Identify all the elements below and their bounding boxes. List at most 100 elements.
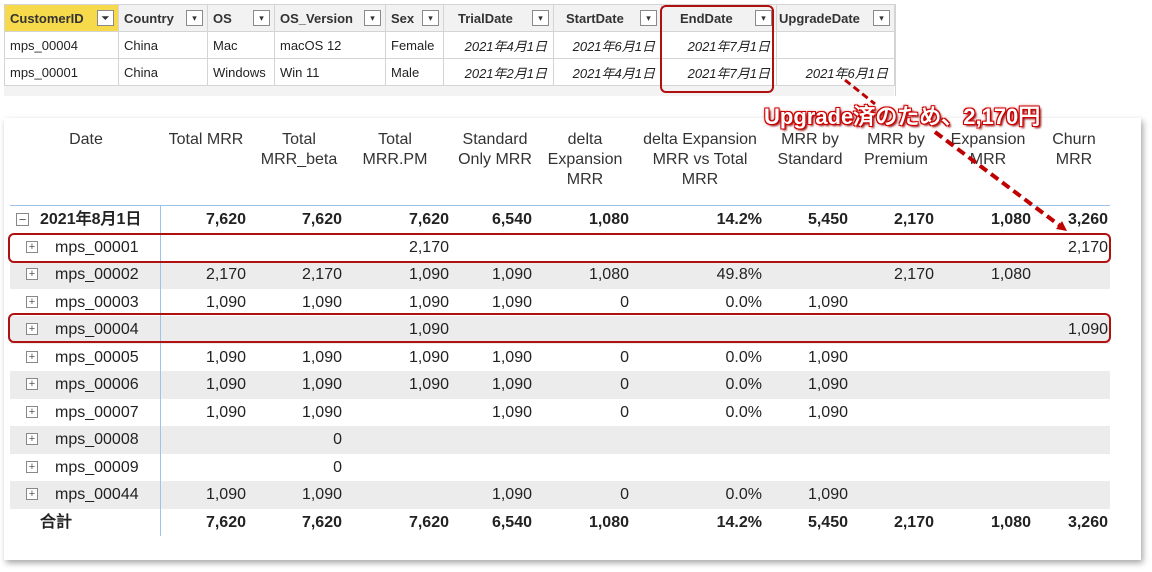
matrix-cell[interactable]: 49.8%: [717, 261, 762, 289]
excel-cell[interactable]: 2021年2月1日: [443, 58, 554, 86]
matrix-cell[interactable]: 1,090: [492, 481, 532, 509]
group-row-2021-08-01[interactable]: −2021年8月1日 7,620 7,620 7,620 6,540 1,080 14.2%…: [10, 206, 1110, 234]
matrix-cell[interactable]: 7,620: [409, 206, 449, 234]
matrix-cell[interactable]: 1,080: [589, 206, 629, 234]
matrix-cell[interactable]: 2,170: [206, 261, 246, 289]
matrix-cell[interactable]: 14.2%: [717, 206, 762, 234]
excel-cell[interactable]: macOS 12: [274, 31, 386, 59]
filter-dropdown-icon[interactable]: ▾: [253, 10, 270, 26]
matrix-cell[interactable]: 0: [333, 426, 342, 454]
matrix-cell[interactable]: 2,170: [302, 261, 342, 289]
matrix-cell[interactable]: 1,090: [206, 344, 246, 372]
collapse-icon[interactable]: −: [16, 213, 29, 226]
matrix-cell[interactable]: 1,090: [409, 261, 449, 289]
excel-header-startdate[interactable]: StartDate ▾: [553, 4, 662, 32]
matrix-cell[interactable]: 1,090: [302, 289, 342, 317]
expand-icon[interactable]: +: [26, 433, 38, 445]
filter-active-icon[interactable]: ⏷: [97, 10, 114, 26]
expand-icon[interactable]: +: [26, 378, 38, 390]
excel-cell[interactable]: China: [118, 31, 208, 59]
excel-header-trialdate[interactable]: TrialDate ▾: [443, 4, 554, 32]
matrix-cell[interactable]: 1,090: [206, 289, 246, 317]
matrix-cell[interactable]: 1,090: [808, 289, 848, 317]
table-row[interactable]: + mps_00008 0: [10, 426, 1110, 454]
expand-icon[interactable]: +: [26, 460, 38, 473]
matrix-cell[interactable]: 7,620: [206, 206, 246, 234]
filter-dropdown-icon[interactable]: ▾: [532, 10, 549, 26]
matrix-cell[interactable]: 1,090: [409, 344, 449, 372]
matrix-cell[interactable]: 0.0%: [726, 399, 762, 427]
matrix-cell[interactable]: 0: [620, 289, 629, 317]
column-header[interactable]: Standard Only MRR: [455, 130, 535, 170]
excel-cell[interactable]: 2021年6月1日: [776, 58, 895, 86]
excel-cell[interactable]: Mac: [207, 31, 275, 59]
excel-cell[interactable]: mps_00001: [4, 58, 119, 86]
column-header[interactable]: Total MRR: [161, 130, 251, 150]
table-row[interactable]: + mps_00002 2,170 2,170 1,090 1,090 1,080 49.8%…: [10, 261, 1110, 289]
matrix-cell[interactable]: 1,090: [808, 399, 848, 427]
filter-dropdown-icon[interactable]: ▾: [640, 10, 657, 26]
matrix-cell[interactable]: 0.0%: [726, 289, 762, 317]
column-header[interactable]: Expansion MRR: [943, 130, 1033, 170]
matrix-cell[interactable]: 1,090: [409, 371, 449, 399]
table-row[interactable]: + mps_00009 0: [10, 454, 1110, 482]
matrix-cell[interactable]: 2,170: [894, 509, 934, 537]
excel-header-sex[interactable]: Sex ▾: [385, 4, 444, 32]
excel-cell[interactable]: 2021年4月1日: [443, 31, 554, 59]
matrix-cell[interactable]: 0.0%: [726, 481, 762, 509]
matrix-cell[interactable]: 1,080: [991, 206, 1031, 234]
matrix-cell[interactable]: 1,080: [991, 261, 1031, 289]
matrix-cell[interactable]: 0: [620, 371, 629, 399]
matrix-cell[interactable]: 1,090: [302, 399, 342, 427]
filter-dropdown-icon[interactable]: ▾: [422, 10, 439, 26]
matrix-cell[interactable]: 1,090: [492, 399, 532, 427]
column-header[interactable]: Churn MRR: [1044, 130, 1104, 170]
excel-cell[interactable]: Win 11: [274, 58, 386, 86]
matrix-cell[interactable]: 0: [620, 481, 629, 509]
matrix-cell[interactable]: 0.0%: [726, 344, 762, 372]
column-header[interactable]: Date: [46, 130, 126, 150]
table-row[interactable]: + mps_00007 1,090 1,090 1,090 0 0.0% 1,090: [10, 399, 1110, 427]
table-row[interactable]: + mps_00003 1,090 1,090 1,090 1,090 0 0.0% 1,090: [10, 289, 1110, 317]
matrix-cell[interactable]: 6,540: [492, 206, 532, 234]
expand-icon[interactable]: +: [26, 405, 38, 418]
matrix-cell[interactable]: 3,260: [1068, 509, 1108, 537]
matrix-cell[interactable]: 14.2%: [717, 509, 762, 537]
excel-header-os[interactable]: OS ▾: [207, 4, 275, 32]
column-header[interactable]: Total MRR.PM: [355, 130, 435, 170]
matrix-cell[interactable]: 1,090: [206, 481, 246, 509]
excel-cell[interactable]: [776, 31, 895, 59]
matrix-cell[interactable]: 1,090: [492, 371, 532, 399]
expand-icon[interactable]: +: [26, 295, 38, 308]
matrix-cell[interactable]: 2,170: [894, 206, 934, 234]
matrix-cell[interactable]: 5,450: [808, 509, 848, 537]
matrix-cell[interactable]: 1,090: [808, 371, 848, 399]
matrix-cell[interactable]: 1,080: [991, 509, 1031, 537]
filter-dropdown-icon[interactable]: ▾: [873, 10, 890, 26]
matrix-cell[interactable]: 0: [620, 344, 629, 372]
matrix-cell[interactable]: 7,620: [302, 509, 342, 537]
matrix-cell[interactable]: 2,170: [894, 261, 934, 289]
table-row[interactable]: + mps_00044 1,090 1,090 1,090 0 0.0% 1,090: [10, 481, 1110, 509]
column-header[interactable]: delta Expansion MRR vs Total MRR: [635, 130, 765, 190]
matrix-cell[interactable]: 1,090: [492, 344, 532, 372]
excel-cell[interactable]: mps_00004: [4, 31, 119, 59]
column-header[interactable]: MRR by Standard: [770, 130, 850, 170]
matrix-cell[interactable]: 7,620: [206, 509, 246, 537]
expand-icon[interactable]: +: [26, 350, 38, 363]
matrix-cell[interactable]: 3,260: [1068, 206, 1108, 234]
excel-header-os-version[interactable]: OS_Version ▾: [274, 4, 386, 32]
total-row[interactable]: 合計 7,620 7,620 7,620 6,540 1,080 14.2% 5,450 2,1…: [10, 509, 1110, 537]
matrix-cell[interactable]: 1,090: [206, 399, 246, 427]
column-header[interactable]: delta Expansion MRR: [540, 130, 630, 190]
table-row[interactable]: + mps_00006 1,090 1,090 1,090 1,090 0 0.0% 1,090: [10, 371, 1110, 399]
matrix-cell[interactable]: 7,620: [302, 206, 342, 234]
excel-cell[interactable]: 2021年6月1日: [553, 31, 662, 59]
table-row[interactable]: + mps_00005 1,090 1,090 1,090 1,090 0 0.0% 1,090: [10, 344, 1110, 372]
matrix-cell[interactable]: 1,090: [206, 371, 246, 399]
matrix-cell[interactable]: 1,090: [808, 344, 848, 372]
excel-cell[interactable]: Windows: [207, 58, 275, 86]
excel-cell[interactable]: 2021年4月1日: [553, 58, 662, 86]
matrix-cell[interactable]: 6,540: [492, 509, 532, 537]
matrix-cell[interactable]: 7,620: [409, 509, 449, 537]
